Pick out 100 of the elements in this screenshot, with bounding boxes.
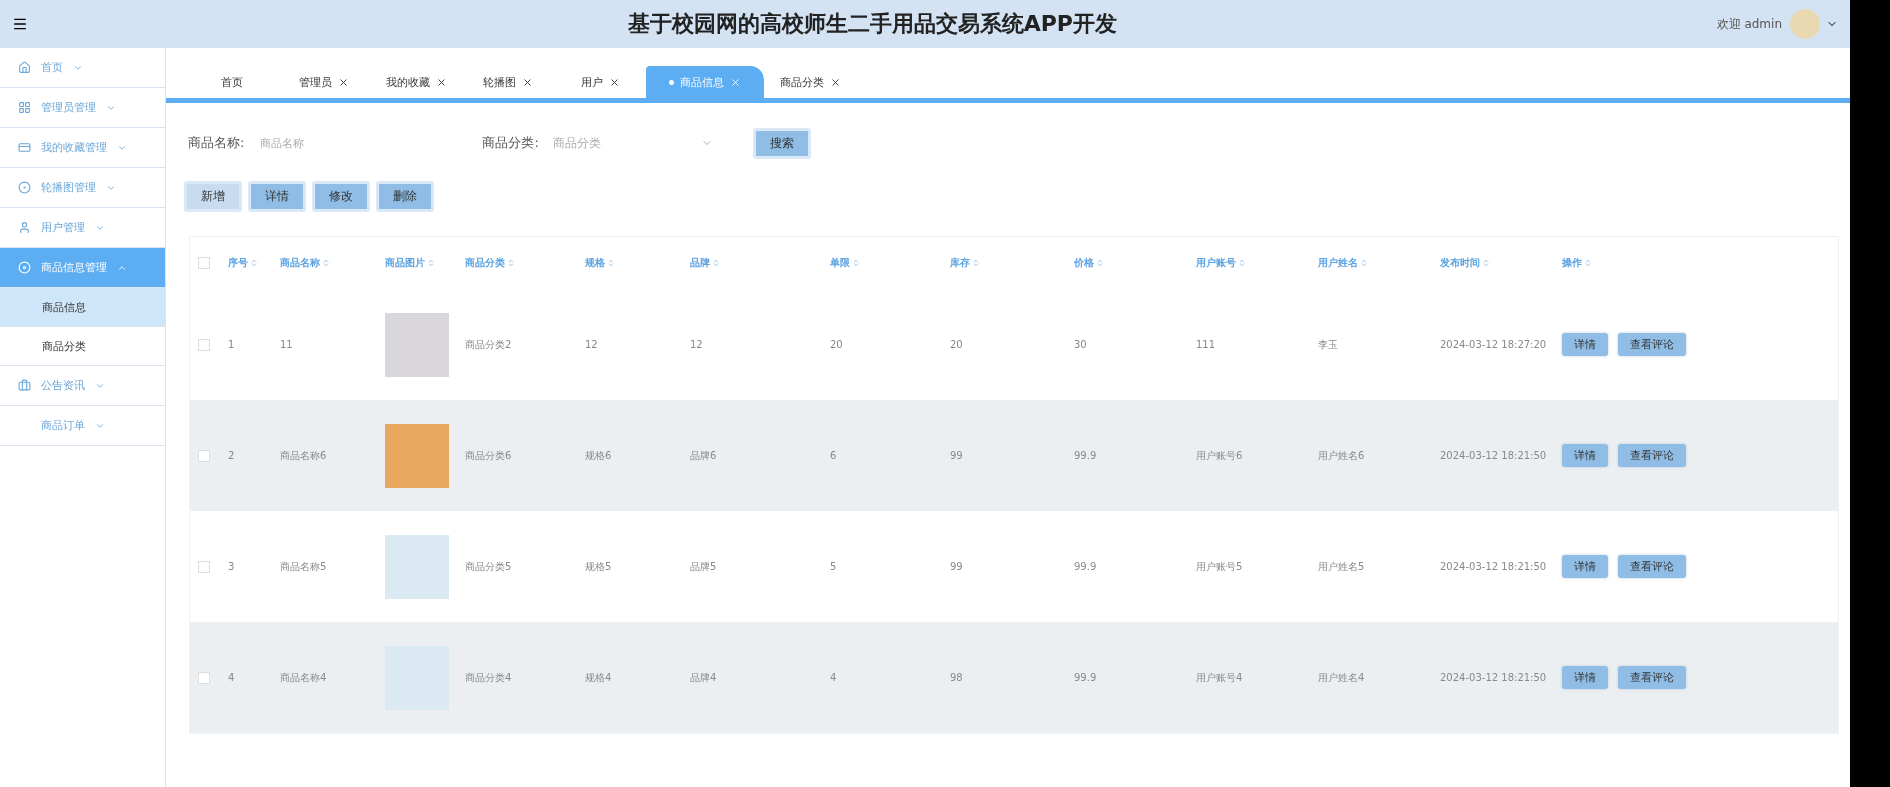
table-cell-text: 99.9 [1074, 561, 1098, 572]
row-button[interactable]: 查看评论 [1618, 555, 1686, 578]
sidebar-item[interactable]: 商品信息管理 [0, 248, 165, 288]
app-title: 基于校园网的高校师生二手用品交易系统APP开发 [626, 10, 1118, 38]
table-cell-text: 4 [830, 672, 838, 683]
sort-icon[interactable] [1096, 259, 1104, 267]
column-header[interactable]: 商品名称 [280, 256, 320, 270]
menu-item-icon [18, 261, 31, 274]
action-button[interactable]: 删除 [376, 181, 434, 212]
sort-icon[interactable] [1238, 259, 1246, 267]
table-cell-text: 用户账号4 [1196, 670, 1244, 685]
tab[interactable]: 首页 [186, 66, 278, 98]
tab[interactable]: 我的收藏 [370, 66, 462, 98]
row-button[interactable]: 详情 [1562, 444, 1608, 467]
sidebar-subitem[interactable]: 商品信息 [0, 288, 165, 327]
tab[interactable]: 商品分类 [764, 66, 856, 98]
photo-placeholder [385, 423, 449, 488]
column-header[interactable]: 商品分类 [465, 256, 505, 270]
table-cell-text: 12 [585, 339, 599, 350]
column-header[interactable]: 操作 [1562, 256, 1582, 270]
close-icon[interactable] [435, 76, 447, 88]
table-cell-text: 规格6 [585, 448, 613, 463]
action-button[interactable]: 修改 [312, 181, 370, 212]
close-icon[interactable] [522, 76, 533, 88]
table-cell-text: 20 [830, 339, 844, 350]
column-header[interactable]: 库存 [950, 256, 970, 270]
table-cell-text: 商品分类6 [465, 448, 513, 463]
sort-icon[interactable] [607, 259, 615, 267]
table-cell-text: 20 [950, 339, 964, 350]
checkbox[interactable] [198, 449, 210, 462]
table-cell-text: 用户姓名4 [1318, 670, 1366, 685]
column-header[interactable]: 规格 [585, 256, 605, 270]
table-cell-text: 4 [228, 672, 236, 683]
table-cell-text: 111 [1196, 339, 1217, 350]
column-header[interactable]: 序号 [228, 256, 248, 270]
menu-item-icon [18, 221, 31, 234]
sort-icon[interactable] [1584, 259, 1592, 267]
sort-icon[interactable] [712, 259, 720, 267]
table-cell-text: 2024-03-12 18:21:50 [1440, 672, 1548, 683]
table-cell-text: 2 [228, 450, 236, 461]
table-cell-text: 5 [830, 561, 838, 572]
avatar[interactable] [1790, 9, 1820, 39]
column-header[interactable]: 用户账号 [1196, 256, 1236, 270]
table-cell-text: 用户账号6 [1196, 448, 1244, 463]
sort-icon[interactable] [1482, 259, 1490, 267]
column-header[interactable]: 价格 [1074, 256, 1094, 270]
close-icon[interactable] [829, 76, 841, 88]
table-cell-text: 商品分类5 [465, 559, 513, 574]
sort-icon[interactable] [972, 259, 980, 267]
table-cell-text: 品牌6 [690, 448, 718, 463]
column-header[interactable]: 用户姓名 [1318, 256, 1358, 270]
sort-icon[interactable] [1360, 259, 1368, 267]
menu-item-icon [18, 181, 31, 194]
search-button[interactable]: 搜索 [752, 127, 811, 159]
table-cell-text: 李玉 [1318, 337, 1339, 352]
row-button[interactable]: 查看评论 [1618, 333, 1686, 356]
tab[interactable]: 轮播图 [462, 66, 554, 98]
table-cell-text: 商品名称4 [280, 670, 328, 685]
sort-icon[interactable] [507, 259, 515, 267]
select-field[interactable]: 商品分类 [552, 134, 713, 152]
row-button[interactable]: 详情 [1562, 666, 1608, 689]
menu-item-icon [18, 379, 31, 392]
tab[interactable]: 商品信息 [646, 66, 764, 98]
tab[interactable]: 管理员 [278, 66, 370, 98]
table-cell-text: 99.9 [1074, 450, 1098, 461]
table-cell-text: 2024-03-12 18:27:20 [1440, 339, 1548, 350]
action-button[interactable]: 详情 [248, 181, 306, 212]
column-header[interactable]: 单限 [830, 256, 850, 270]
checkbox[interactable] [198, 257, 210, 269]
column-header[interactable]: 发布时间 [1440, 256, 1480, 270]
close-icon[interactable] [608, 76, 620, 88]
table-cell-text: 商品分类2 [465, 337, 513, 352]
sort-icon[interactable] [250, 259, 258, 267]
table-cell-text: 商品分类4 [465, 670, 513, 685]
table-cell-text: 2024-03-12 18:21:50 [1440, 450, 1548, 461]
row-button[interactable]: 详情 [1562, 555, 1608, 578]
table-cell-text: 99 [950, 450, 964, 461]
menu-icon[interactable] [12, 16, 28, 32]
checkbox[interactable] [198, 671, 210, 684]
row-button[interactable]: 查看评论 [1618, 666, 1686, 689]
column-header[interactable]: 商品图片 [385, 256, 425, 270]
table-cell-text: 12 [690, 339, 704, 350]
table-cell-text: 6 [830, 450, 838, 461]
sort-icon[interactable] [427, 259, 435, 267]
close-icon[interactable] [338, 76, 349, 88]
sort-icon[interactable] [852, 259, 860, 267]
column-header[interactable]: 品牌 [690, 256, 710, 270]
row-button[interactable]: 详情 [1562, 333, 1608, 356]
tab[interactable]: 用户 [554, 66, 646, 98]
photo-placeholder [385, 534, 449, 599]
action-button[interactable]: 新增 [184, 181, 242, 212]
table-cell-text: 品牌4 [690, 670, 718, 685]
checkbox[interactable] [198, 560, 210, 573]
sort-icon[interactable] [322, 259, 330, 267]
table-cell-text: 品牌5 [690, 559, 718, 574]
table-cell-text: 30 [1074, 339, 1088, 350]
menu-item-icon [18, 101, 31, 114]
checkbox[interactable] [198, 338, 210, 351]
row-button[interactable]: 查看评论 [1618, 444, 1686, 467]
field-label: 商品名称: [188, 134, 245, 152]
